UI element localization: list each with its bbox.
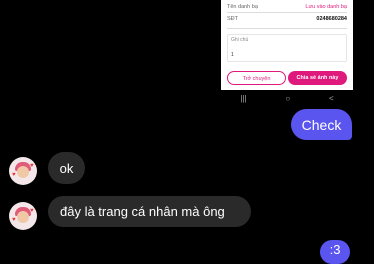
back-icon[interactable]: < (329, 94, 334, 103)
contact-name-label: Tên danh bạ (227, 4, 258, 10)
contact-name-row: Tên danh bạ Lưu vào danh bạ (227, 4, 347, 10)
heart-icon: ♥ (30, 208, 34, 214)
note-label: Ghi chú (231, 37, 249, 43)
android-navbar: ||| ○ < (221, 92, 353, 104)
avatar-face (17, 211, 29, 223)
recent-apps-icon[interactable]: ||| (240, 94, 246, 103)
heart-icon: ♥ (12, 172, 16, 178)
home-icon[interactable]: ○ (285, 94, 290, 103)
divider (227, 12, 347, 13)
avatar-face (17, 166, 29, 178)
avatar[interactable]: ♥ ♥ (9, 202, 37, 230)
note-field[interactable]: Ghi chú 1 (227, 34, 347, 62)
phone-row: SĐT 0248680284 (227, 16, 347, 22)
note-value: 1 (231, 52, 234, 58)
shared-screenshot-card[interactable]: Tên danh bạ Lưu vào danh bạ SĐT 02486802… (221, 0, 353, 90)
heart-icon: ♥ (30, 163, 34, 169)
outgoing-message[interactable]: :3 (320, 240, 350, 264)
phone-label: SĐT (227, 16, 238, 22)
divider (227, 28, 347, 29)
outgoing-message-check[interactable]: Check (291, 109, 352, 140)
share-image-button[interactable]: Chia sẻ ảnh này (288, 71, 347, 85)
heart-icon: ♥ (12, 217, 16, 223)
avatar[interactable]: ♥ ♥ (9, 157, 37, 185)
phone-value: 0248680284 (316, 16, 347, 22)
save-contact-link[interactable]: Lưu vào danh bạ (305, 4, 347, 10)
back-chat-button[interactable]: Trở chuyện (227, 71, 286, 85)
incoming-message[interactable]: đây là trang cá nhân mà ông (48, 196, 251, 227)
incoming-message[interactable]: ok (48, 152, 85, 184)
